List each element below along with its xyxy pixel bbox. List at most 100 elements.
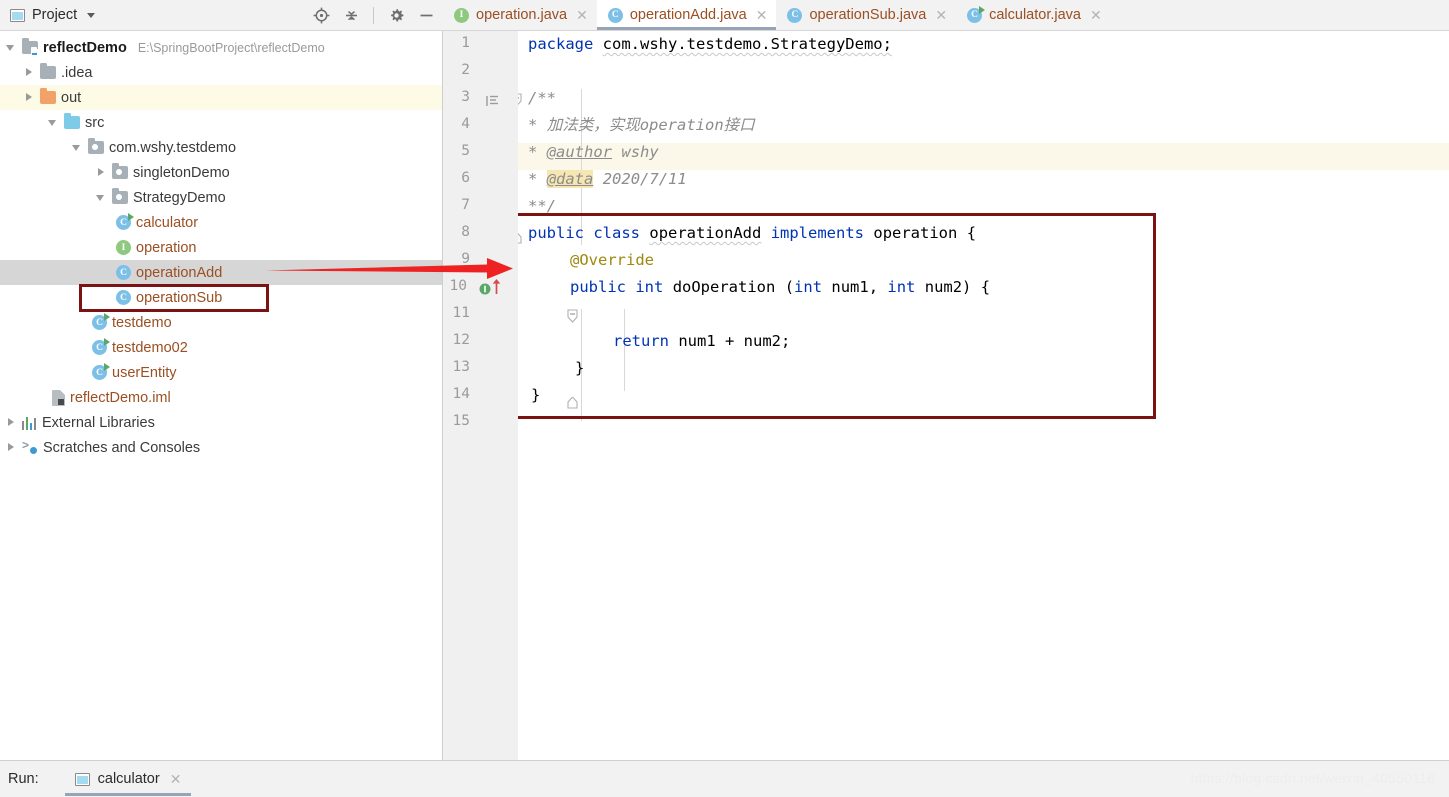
chevron-down-icon[interactable] bbox=[72, 142, 83, 153]
javadoc-author-value: wshy bbox=[621, 143, 659, 161]
keyword-public: public bbox=[528, 224, 584, 242]
keyword-package: package bbox=[528, 35, 594, 53]
tree-item-label: operation bbox=[136, 239, 197, 256]
project-tree[interactable]: reflectDemo E:\SpringBootProject\reflect… bbox=[0, 31, 443, 760]
chevron-right-icon[interactable] bbox=[96, 167, 107, 178]
tree-item-package-singletonDemo[interactable]: singletonDemo bbox=[0, 160, 442, 185]
package-icon bbox=[88, 138, 104, 154]
tree-item-label: testdemo bbox=[112, 314, 172, 331]
tree-item-out[interactable]: out bbox=[0, 85, 442, 110]
tree-item-operation[interactable]: I operation bbox=[0, 235, 442, 260]
tab-label: operationSub.java bbox=[809, 7, 927, 23]
folder-gray-icon bbox=[40, 63, 56, 79]
code-line-8: public class operationAdd implements ope… bbox=[528, 220, 976, 247]
package-name: com.wshy.testdemo.StrategyDemo; bbox=[602, 35, 892, 53]
locate-icon[interactable] bbox=[312, 6, 330, 24]
gear-icon[interactable] bbox=[387, 6, 405, 24]
code-editor[interactable]: 1 2 3 4 5 6 7 8 9 10 11 12 13 14 15 pack… bbox=[443, 31, 1449, 760]
fold-collapse-icon[interactable] bbox=[566, 309, 579, 326]
implementing-method-icon[interactable] bbox=[479, 282, 491, 298]
tree-item-reflectDemo[interactable]: reflectDemo E:\SpringBootProject\reflect… bbox=[0, 35, 442, 60]
tree-item-calculator[interactable]: C calculator bbox=[0, 210, 442, 235]
java-class-runnable-icon: C bbox=[967, 5, 986, 23]
close-icon[interactable]: ✕ bbox=[756, 8, 768, 22]
fold-end-icon[interactable] bbox=[518, 231, 523, 247]
minimize-icon[interactable] bbox=[417, 6, 435, 24]
paren-open: ( bbox=[784, 278, 795, 296]
project-panel-title: Project bbox=[32, 7, 78, 23]
tree-item-idea[interactable]: .idea bbox=[0, 60, 442, 85]
tree-item-label: StrategyDemo bbox=[133, 189, 226, 206]
javadoc-star: * bbox=[528, 170, 538, 188]
line-number: 2 bbox=[461, 62, 470, 78]
chevron-down-icon[interactable] bbox=[96, 192, 107, 203]
tree-item-label: reflectDemo bbox=[43, 39, 127, 56]
tree-item-package-StrategyDemo[interactable]: StrategyDemo bbox=[0, 185, 442, 210]
tree-item-label: userEntity bbox=[112, 364, 177, 381]
editor-tab-operation[interactable]: I operation.java ✕ bbox=[443, 0, 597, 30]
code-line-9: @Override bbox=[570, 247, 654, 274]
keyword-int: int bbox=[887, 278, 916, 296]
tree-item-userEntity[interactable]: C userEntity bbox=[0, 360, 442, 385]
line-number: 1 bbox=[461, 35, 470, 51]
return-expression: num1 + num2; bbox=[678, 332, 791, 350]
close-icon[interactable]: ✕ bbox=[1090, 8, 1102, 22]
tree-item-reflectDemo-iml[interactable]: reflectDemo.iml bbox=[0, 385, 442, 410]
tree-item-operationSub[interactable]: C operationSub bbox=[0, 285, 442, 310]
line-number: 10 bbox=[449, 278, 467, 294]
close-icon[interactable]: ✕ bbox=[576, 8, 588, 22]
chevron-down-icon[interactable] bbox=[87, 12, 96, 18]
editor-tab-operationAdd[interactable]: C operationAdd.java ✕ bbox=[596, 0, 777, 30]
chevron-down-icon[interactable] bbox=[6, 42, 17, 53]
editor-tab-calculator[interactable]: C calculator.java ✕ bbox=[956, 0, 1111, 30]
tree-item-label: testdemo02 bbox=[112, 339, 188, 356]
fold-collapse-icon[interactable] bbox=[518, 93, 523, 110]
collapse-all-icon[interactable] bbox=[342, 6, 360, 24]
close-icon[interactable]: ✕ bbox=[935, 8, 947, 22]
line-number: 6 bbox=[461, 170, 470, 186]
run-tab-calculator[interactable]: calculator ✕ bbox=[64, 762, 192, 796]
tree-item-scratches-and-consoles[interactable]: Scratches and Consoles bbox=[0, 435, 442, 460]
run-tab-label: calculator bbox=[97, 771, 160, 787]
fold-end-icon[interactable] bbox=[566, 396, 579, 412]
tree-item-label: operationSub bbox=[136, 289, 223, 306]
code-text-area[interactable]: package com.wshy.testdemo.StrategyDemo; … bbox=[518, 31, 1449, 760]
javadoc-lines-icon[interactable] bbox=[486, 94, 499, 110]
tree-item-package-com-wshy-testdemo[interactable]: com.wshy.testdemo bbox=[0, 135, 442, 160]
line-number: 7 bbox=[461, 197, 470, 213]
keyword-return: return bbox=[613, 332, 669, 350]
code-line-12: return num1 + num2; bbox=[613, 328, 790, 355]
annotation-override: @Override bbox=[570, 251, 654, 269]
interface-name: operation bbox=[873, 224, 958, 242]
run-window-icon bbox=[74, 772, 90, 786]
tree-item-testdemo[interactable]: C testdemo bbox=[0, 310, 442, 335]
chevron-right-icon[interactable] bbox=[24, 67, 35, 78]
editor-tab-operationSub[interactable]: C operationSub.java ✕ bbox=[776, 0, 956, 30]
chevron-right-icon[interactable] bbox=[24, 92, 35, 103]
javadoc-star: * bbox=[528, 143, 538, 161]
chevron-right-icon[interactable] bbox=[6, 442, 17, 453]
tree-item-testdemo02[interactable]: C testdemo02 bbox=[0, 335, 442, 360]
chevron-down-icon[interactable] bbox=[48, 117, 59, 128]
main-body: reflectDemo E:\SpringBootProject\reflect… bbox=[0, 31, 1449, 760]
module-path: E:\SpringBootProject\reflectDemo bbox=[137, 40, 325, 55]
chevron-right-icon[interactable] bbox=[6, 417, 17, 428]
tree-item-label: src bbox=[85, 114, 105, 131]
code-line-13: } bbox=[575, 355, 584, 382]
code-line-1: package com.wshy.testdemo.StrategyDemo; bbox=[528, 31, 892, 58]
tree-item-operationAdd[interactable]: C operationAdd bbox=[0, 260, 442, 285]
tree-item-src[interactable]: src bbox=[0, 110, 442, 135]
line-number: 8 bbox=[461, 224, 470, 240]
project-panel-header: Project bbox=[0, 0, 443, 31]
toolbar-divider bbox=[373, 6, 374, 24]
code-line-6: * @data 2020/7/11 bbox=[528, 166, 687, 193]
iml-file-icon bbox=[52, 389, 65, 406]
editor-gutter[interactable]: 1 2 3 4 5 6 7 8 9 10 11 12 13 14 15 bbox=[443, 31, 518, 760]
run-tool-window-bar: Run: calculator ✕ https://blog.csdn.net/… bbox=[0, 760, 1449, 797]
close-icon[interactable]: ✕ bbox=[170, 772, 182, 786]
tree-item-external-libraries[interactable]: External Libraries bbox=[0, 410, 442, 435]
java-interface-icon: I bbox=[454, 7, 469, 23]
project-tool-window-button[interactable]: Project bbox=[10, 7, 96, 23]
module-folder-icon bbox=[22, 38, 38, 56]
tab-label: calculator.java bbox=[989, 7, 1081, 23]
